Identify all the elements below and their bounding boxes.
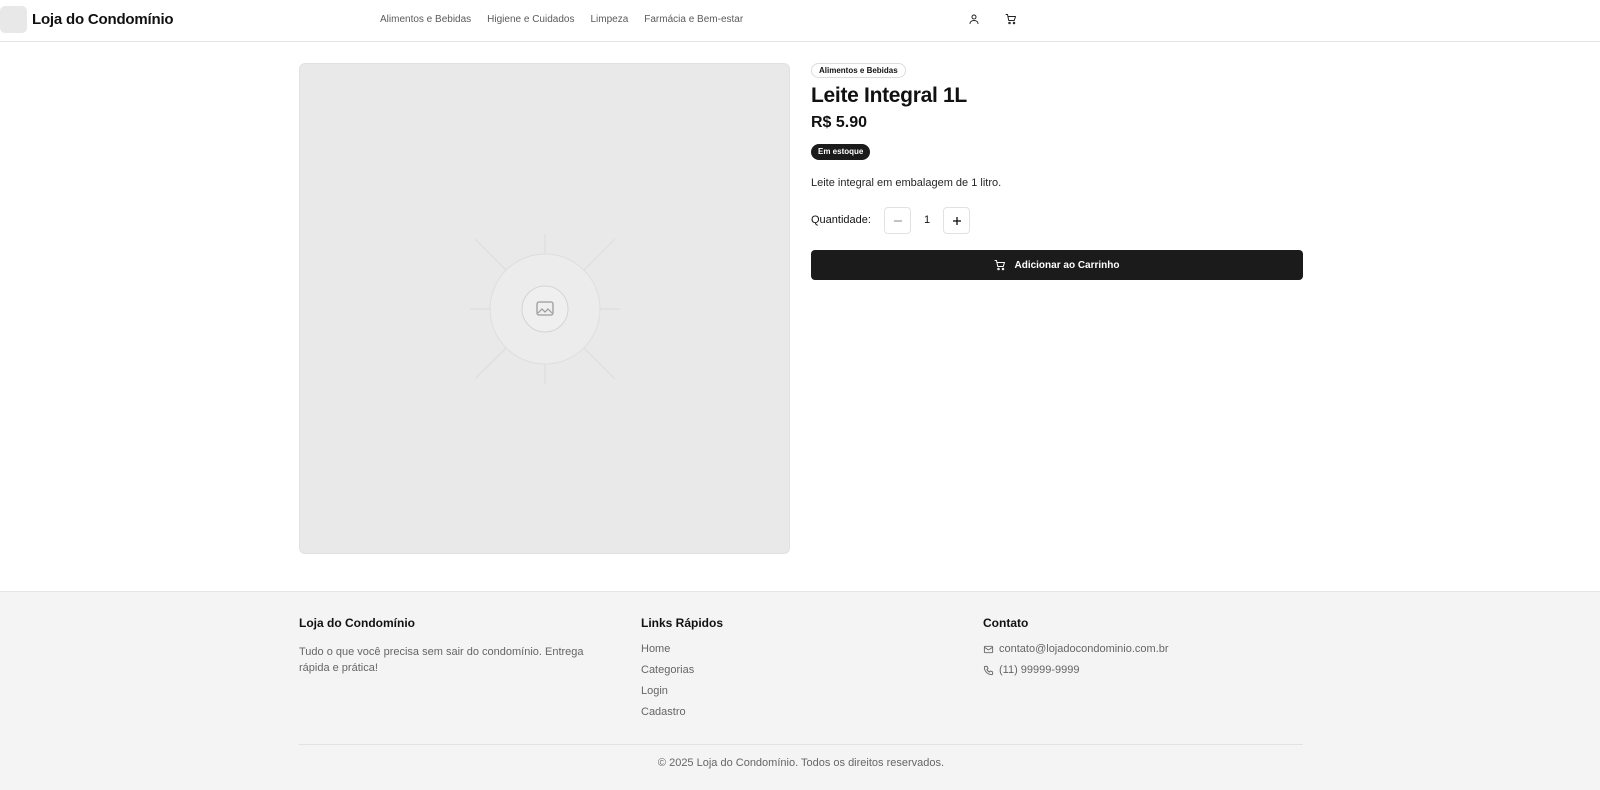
footer-link-login[interactable]: Login — [641, 684, 723, 698]
nav-item-farmacia[interactable]: Farmácia e Bem-estar — [644, 14, 743, 25]
product-price: R$ 5.90 — [811, 114, 868, 131]
add-to-cart-button[interactable]: Adicionar ao Carrinho — [811, 250, 1303, 280]
stock-status-badge: Em estoque — [811, 144, 871, 160]
nav-item-alimentos[interactable]: Alimentos e Bebidas — [380, 14, 471, 25]
plus-icon — [952, 216, 961, 225]
increase-quantity-button[interactable] — [943, 207, 970, 234]
quantity-label: Quantidade: — [811, 214, 871, 226]
cart-icon[interactable] — [1003, 11, 1019, 27]
footer-links: Links Rápidos Home Categorias Login Cada… — [641, 616, 723, 719]
add-to-cart-label: Adicionar ao Carrinho — [1014, 259, 1120, 271]
footer-phone-text: (11) 99999-9999 — [999, 664, 1080, 676]
footer-about: Loja do Condomínio Tudo o que você preci… — [299, 616, 599, 676]
product-description: Leite integral em embalagem de 1 litro. — [811, 177, 1002, 189]
menu-button[interactable] — [0, 6, 27, 33]
footer-about-text: Tudo o que você precisa sem sair do cond… — [299, 646, 584, 674]
cart-icon — [994, 260, 1006, 271]
user-icon[interactable] — [966, 11, 982, 27]
mail-icon — [983, 645, 994, 653]
footer-email[interactable]: contato@lojadocondominio.com.br — [983, 642, 1169, 656]
phone-icon — [983, 665, 994, 675]
footer-phone[interactable]: (11) 99999-9999 — [983, 663, 1169, 677]
image-placeholder-graphic — [470, 234, 620, 384]
footer-email-text: contato@lojadocondominio.com.br — [999, 643, 1169, 655]
quantity-value: 1 — [923, 214, 931, 226]
brand-logo-text[interactable]: Loja do Condomínio — [32, 11, 174, 28]
site-header: Loja do Condomínio Alimentos e Bebidas H… — [0, 0, 1600, 42]
footer-contact-heading: Contato — [983, 616, 1029, 630]
footer-divider — [299, 744, 1303, 745]
footer-link-home[interactable]: Home — [641, 642, 723, 656]
footer-links-heading: Links Rápidos — [641, 616, 724, 630]
footer-about-heading: Loja do Condomínio — [299, 616, 415, 630]
main-nav: Alimentos e Bebidas Higiene e Cuidados L… — [380, 14, 743, 25]
product-title: Leite Integral 1L — [811, 84, 967, 107]
minus-icon — [893, 219, 902, 222]
nav-item-higiene[interactable]: Higiene e Cuidados — [487, 14, 574, 25]
footer-link-cadastro[interactable]: Cadastro — [641, 705, 723, 719]
nav-item-limpeza[interactable]: Limpeza — [590, 14, 628, 25]
footer-contact: Contato contato@lojadocondominio.com.br … — [983, 616, 1169, 677]
product-image-placeholder — [299, 63, 790, 554]
site-footer: Loja do Condomínio Tudo o que você preci… — [0, 591, 1600, 790]
footer-link-categorias[interactable]: Categorias — [641, 663, 723, 677]
copyright-text: © 2025 Loja do Condomínio. Todos os dire… — [657, 757, 945, 769]
category-badge[interactable]: Alimentos e Bebidas — [811, 63, 906, 78]
decrease-quantity-button[interactable] — [884, 207, 911, 234]
